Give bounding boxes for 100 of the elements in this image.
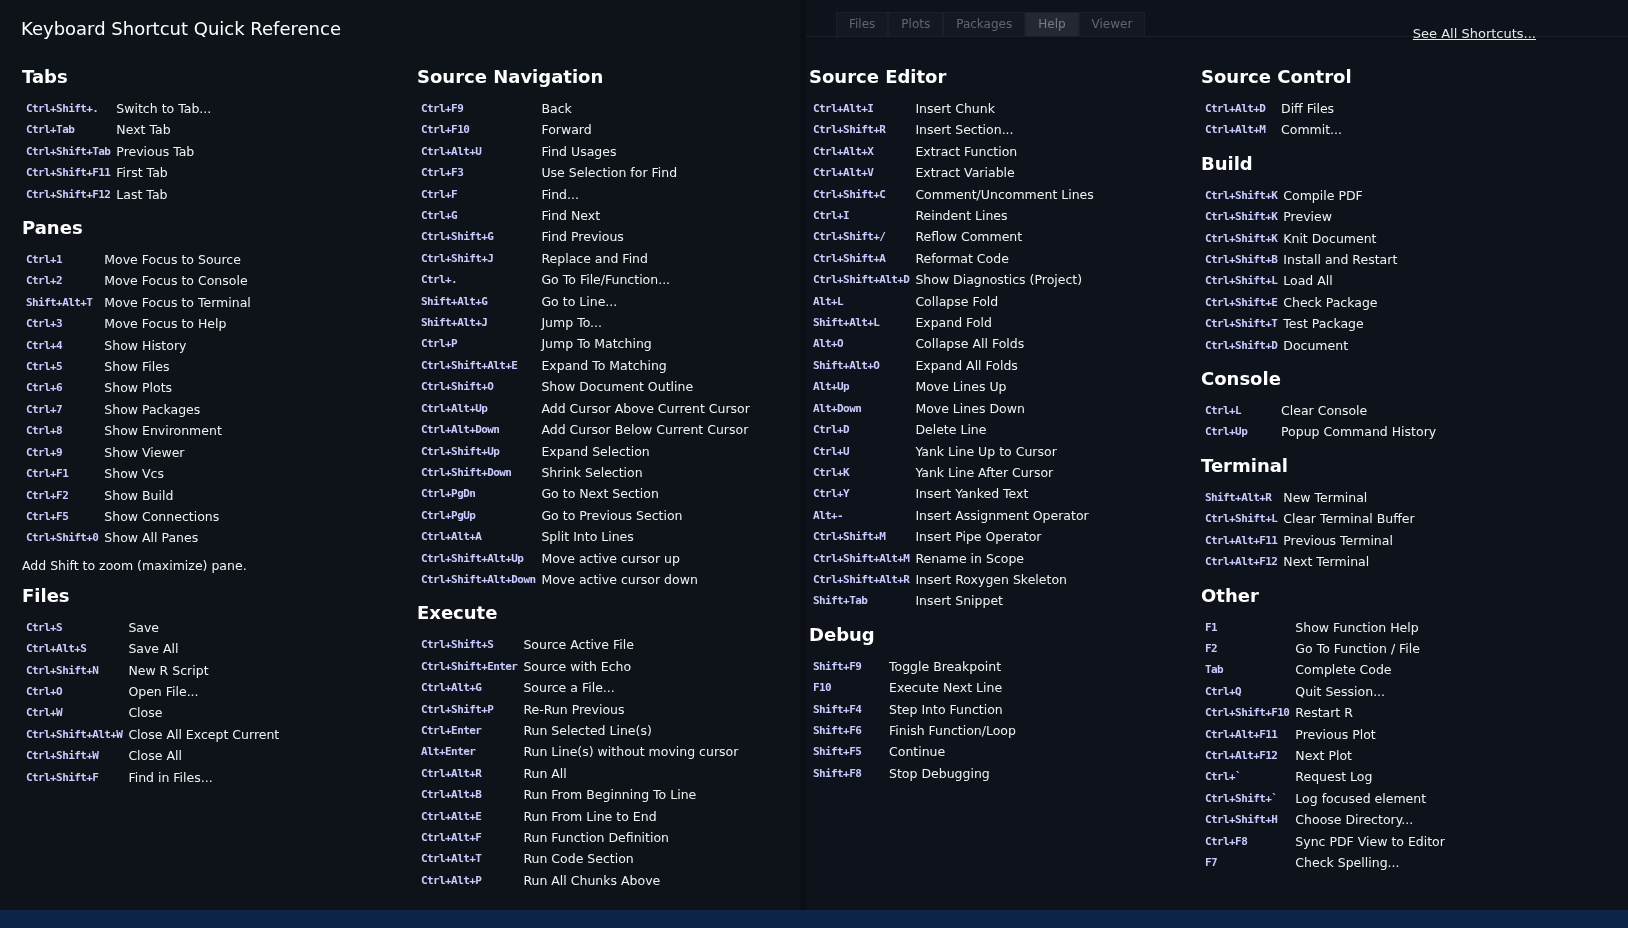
shortcut-action: Clear Console (1281, 402, 1369, 421)
shortcut-action: Source a File... (523, 679, 616, 698)
shortcut-keys: Ctrl+Shift+Tab (26, 140, 111, 163)
shortcut-keys: Ctrl+Shift+H (1205, 809, 1290, 831)
shortcut-action: Show Plots (104, 379, 174, 398)
shortcut-keys: Ctrl+Shift+A (813, 247, 910, 270)
shortcut-action: Replace and Find (541, 249, 649, 268)
shortcut-keys: Ctrl+Tab (26, 119, 111, 141)
shortcut-keys: Shift+F9 (813, 655, 883, 678)
shortcut-action: Step Into Function (889, 700, 1004, 719)
shortcut-keys: Ctrl+U (813, 440, 910, 462)
shortcut-action: Find Previous (541, 228, 625, 247)
shortcut-keys: Ctrl+. (421, 269, 536, 291)
shortcut-action: Stop Debugging (889, 764, 991, 783)
shortcut-keys: Alt+Enter (421, 741, 518, 763)
section-heading: Source Navigation (417, 66, 605, 89)
shortcut-action: Go to Line... (541, 292, 619, 311)
shortcut-keys: Shift+F6 (813, 719, 883, 742)
shortcut-keys: Tab (1205, 659, 1290, 681)
shortcut-action: Move Focus to Console (104, 272, 249, 291)
shortcut-keys: Shift+Alt+G (421, 290, 536, 313)
shortcut-action: Find Usages (541, 142, 618, 161)
shortcut-action: Find Next (541, 207, 602, 226)
shortcut-keys: Ctrl+Shift+Alt+Up (421, 547, 536, 569)
shortcut-action: Open File... (128, 682, 200, 701)
shortcut-keys: Shift+Alt+L (813, 312, 910, 334)
shortcut-action: Show Packages (104, 400, 202, 419)
overlay-title: Keyboard Shortcut Quick Reference (21, 18, 341, 39)
shortcut-keys: Ctrl+Alt+S (26, 638, 123, 660)
shortcut-keys: Ctrl+Shift+P (421, 698, 518, 720)
shortcut-action: Preview (1283, 208, 1333, 227)
shortcut-action: Reflow Comment (915, 228, 1024, 247)
pane-tab[interactable]: Packages (943, 12, 1026, 36)
pane-tab[interactable]: Plots (888, 12, 944, 36)
shortcut-keys: Ctrl+` (1205, 766, 1290, 788)
shortcut-action: Find... (541, 185, 580, 204)
shortcut-action: Clear Terminal Buffer (1283, 510, 1416, 529)
shortcut-keys: Alt+Down (813, 397, 910, 420)
pane-tab[interactable]: Files (836, 12, 889, 36)
shortcut-keys: Ctrl+3 (26, 313, 99, 335)
shortcut-action: Run Code Section (523, 850, 635, 869)
shortcut-action: Run From Line to End (523, 807, 658, 826)
shortcut-action: Insert Snippet (915, 592, 1004, 611)
shortcut-action: Insert Chunk (915, 100, 996, 118)
shortcut-keys: Ctrl+Shift+Alt+W (26, 723, 123, 746)
shortcut-action: Close (128, 704, 164, 723)
shortcut-action: Restart R (1295, 704, 1354, 723)
shortcut-action: New R Script (128, 661, 210, 680)
shortcut-keys: Ctrl+6 (26, 377, 99, 399)
shortcut-action: Knit Document (1283, 229, 1378, 248)
shortcut-keys: Ctrl+L (1205, 400, 1275, 422)
shortcut-keys: Ctrl+Alt+F12 (1205, 551, 1278, 573)
shortcut-keys: Ctrl+Shift+L (1205, 270, 1278, 292)
shortcut-keys: Ctrl+F1 (26, 463, 99, 485)
shortcut-keys: Ctrl+Shift+G (421, 226, 536, 248)
shortcut-keys: Ctrl+Shift+F12 (26, 183, 111, 206)
shortcut-keys: Ctrl+I (813, 205, 910, 227)
section-heading: Panes (22, 217, 84, 241)
shortcut-action: Move Focus to Help (104, 315, 228, 334)
shortcut-keys: Shift+F5 (813, 741, 883, 763)
shortcut-keys: Shift+F8 (813, 762, 883, 785)
shortcut-keys: F10 (813, 677, 883, 699)
shortcut-action: Test Package (1283, 315, 1365, 334)
see-all-shortcuts-link[interactable]: See All Shortcuts... (1412, 26, 1536, 41)
shortcut-action: Next Terminal (1283, 553, 1371, 572)
shortcut-keys: Ctrl+F (421, 183, 536, 206)
shortcut-keys: Ctrl+Shift+L (1205, 508, 1278, 530)
shortcut-action: Comment/Uncomment Lines (915, 185, 1095, 204)
shortcut-keys: Ctrl+Shift+. (26, 98, 111, 120)
section-heading: Debug (809, 623, 876, 647)
shortcut-action: Yank Line After Cursor (915, 463, 1055, 482)
shortcut-keys: Ctrl+Alt+E (421, 805, 518, 827)
shortcut-action: Commit... (1281, 121, 1344, 140)
shortcut-keys: Ctrl+Shift+Alt+E (421, 354, 536, 377)
shortcut-action: Sync PDF View to Editor (1295, 832, 1446, 851)
pane-tab[interactable]: Viewer (1078, 12, 1146, 36)
shortcut-keys: Ctrl+Enter (421, 719, 518, 742)
section-heading: Terminal (1201, 454, 1290, 478)
shortcut-keys: Ctrl+9 (26, 441, 99, 464)
shortcut-keys: Ctrl+Shift+0 (26, 527, 99, 549)
shortcut-keys: Shift+Alt+R (1205, 486, 1278, 509)
shortcut-action: Previous Plot (1295, 725, 1377, 744)
shortcut-keys: Ctrl+Shift+` (1205, 787, 1290, 810)
shortcut-keys: Ctrl+Y (813, 483, 910, 505)
shortcut-keys: Ctrl+Alt+Up (421, 397, 536, 420)
shortcut-action: Continue (889, 743, 947, 762)
shortcut-keys: Ctrl+F2 (26, 484, 99, 506)
shortcut-action: Close All Except Current (128, 725, 281, 744)
shortcut-keys: Alt+L (813, 290, 910, 313)
shortcut-action: Expand Fold (915, 314, 993, 333)
shortcut-action: Back (541, 100, 573, 118)
shortcut-keys: Ctrl+Alt+R (421, 762, 518, 785)
shortcut-keys: Ctrl+Shift+D (1205, 334, 1278, 357)
shortcut-keys: Alt+Up (813, 376, 910, 398)
shortcut-keys: Ctrl+Shift+Up (421, 440, 536, 462)
shortcut-keys: Ctrl+F8 (1205, 830, 1290, 852)
shortcut-action: Run Function Definition (523, 829, 670, 847)
shortcut-keys: Ctrl+Shift+S (421, 634, 518, 656)
pane-tab[interactable]: Help (1025, 12, 1079, 36)
shortcut-keys: Ctrl+Shift+/ (813, 226, 910, 248)
